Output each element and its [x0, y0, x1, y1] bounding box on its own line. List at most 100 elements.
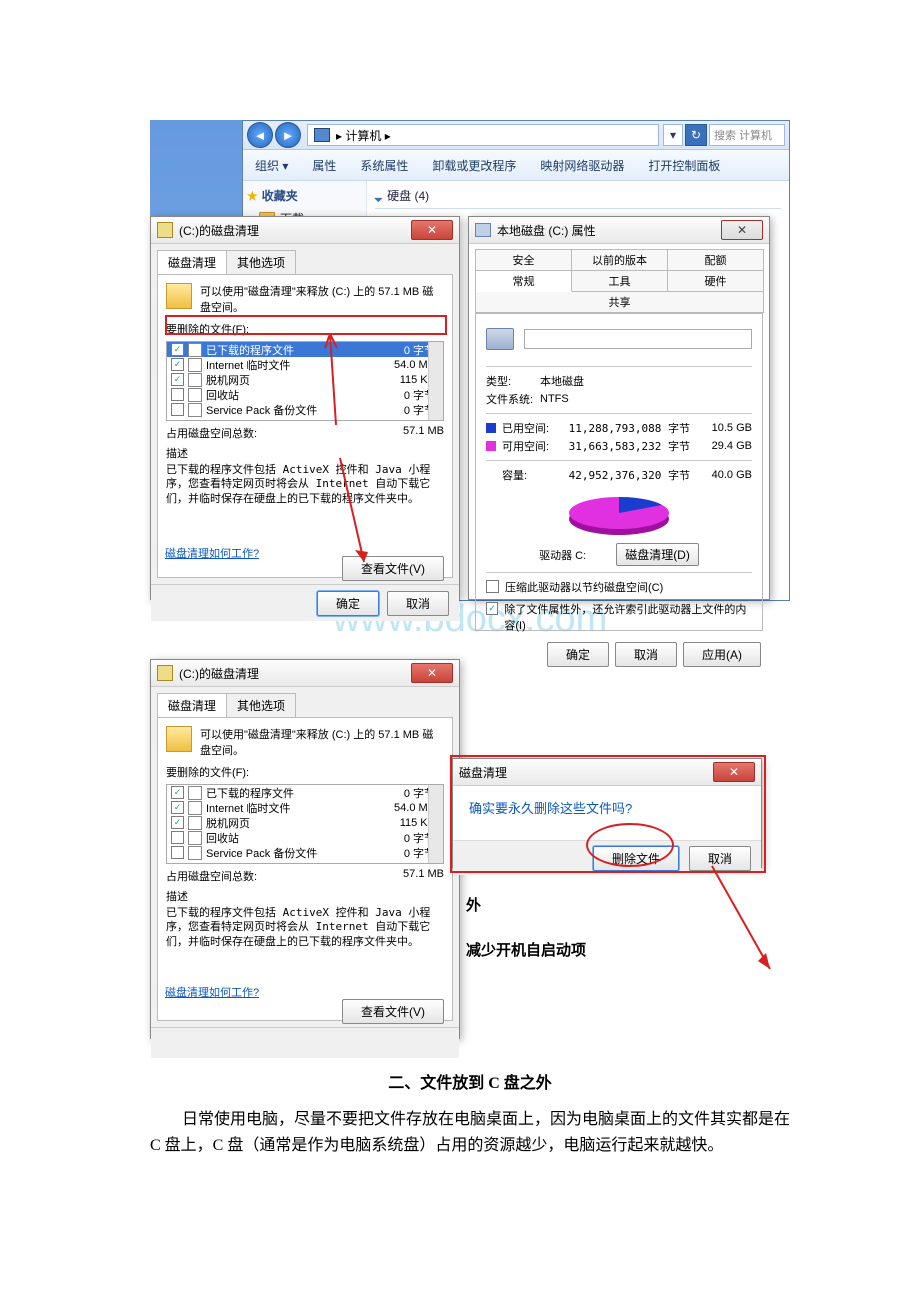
address-bar[interactable]: ▸ 计算机 ▸ — [307, 124, 659, 146]
tab-other[interactable]: 其他选项 — [226, 250, 296, 274]
explorer-toolbar: 组织 ▾ 属性 系统属性 卸载或更改程序 映射网络驱动器 打开控制面板 — [243, 150, 789, 181]
tab-general[interactable]: 常规 — [475, 270, 572, 292]
file-row[interactable]: ✓已下载的程序文件0 字节 — [167, 342, 443, 357]
cleanup-message: 可以使用"磁盘清理"来释放 (C:) 上的 57.1 MB 磁盘空间。 — [200, 726, 444, 758]
delete-files-label: 要删除的文件(F): — [166, 764, 444, 780]
index-checkbox[interactable]: ✓ — [486, 602, 498, 615]
tab-cleanup[interactable]: 磁盘清理 — [157, 250, 227, 274]
file-name: 回收站 — [206, 387, 375, 403]
capacity-label: 容量: — [502, 467, 558, 483]
file-row[interactable]: 回收站0 字节 — [167, 830, 443, 845]
pie-chart — [564, 491, 674, 539]
how-it-works-link[interactable]: 磁盘清理如何工作? — [165, 545, 259, 561]
file-name: 已下载的程序文件 — [206, 342, 375, 358]
file-checkbox[interactable]: ✓ — [171, 373, 184, 386]
back-button[interactable]: ◄ — [247, 122, 273, 148]
tab-hardware[interactable]: 硬件 — [667, 270, 764, 292]
toolbar-control-panel[interactable]: 打开控制面板 — [636, 157, 732, 174]
tab-security[interactable]: 安全 — [475, 249, 572, 271]
file-name: 回收站 — [206, 830, 375, 846]
file-row[interactable]: ✓Internet 临时文件54.0 MB — [167, 357, 443, 372]
toolbar-uninstall[interactable]: 卸载或更改程序 — [420, 157, 528, 174]
favorites-label: 收藏夹 — [262, 187, 298, 204]
forward-button[interactable]: ► — [275, 122, 301, 148]
cleanup-message: 可以使用"磁盘清理"来释放 (C:) 上的 57.1 MB 磁盘空间。 — [200, 283, 444, 315]
how-it-works-link[interactable]: 磁盘清理如何工作? — [165, 984, 259, 1000]
file-checkbox[interactable] — [171, 388, 184, 401]
file-icon — [188, 403, 202, 417]
drives-group-label: 硬盘 (4) — [387, 187, 429, 204]
cancel-button[interactable]: 取消 — [689, 846, 751, 871]
file-row[interactable]: Service Pack 备份文件0 字节 — [167, 402, 443, 417]
file-icon — [188, 388, 202, 402]
toolbar-system-props[interactable]: 系统属性 — [348, 157, 420, 174]
dialog-title: (C:)的磁盘清理 — [179, 222, 259, 239]
fs-value: NTFS — [540, 393, 569, 405]
file-checkbox[interactable]: ✓ — [171, 358, 184, 371]
file-checkbox[interactable] — [171, 846, 184, 859]
file-list[interactable]: ✓已下载的程序文件0 字节✓Internet 临时文件54.0 MB✓脱机网页1… — [166, 341, 444, 421]
dialog-titlebar: (C:)的磁盘清理 ✕ — [151, 217, 459, 244]
compress-checkbox[interactable] — [486, 580, 499, 593]
drive-properties-dialog: 本地磁盘 (C:) 属性 ✕ 安全 以前的版本 配额 常规 工具 硬件 共享 — [468, 216, 770, 600]
search-placeholder: 搜索 计算机 — [714, 127, 772, 143]
section-heading: 二、文件放到 C 盘之外 — [150, 1069, 790, 1093]
tab-quota[interactable]: 配额 — [667, 249, 764, 271]
tab-tools[interactable]: 工具 — [571, 270, 668, 292]
toolbar-properties[interactable]: 属性 — [300, 157, 348, 174]
file-row[interactable]: ✓已下载的程序文件0 字节 — [167, 785, 443, 800]
confirm-delete-dialog: 磁盘清理 ✕ 确实要永久删除这些文件吗? 删除文件 取消 — [452, 758, 762, 868]
file-icon — [188, 801, 202, 815]
star-icon: ★ — [247, 189, 258, 203]
scrollbar[interactable] — [428, 785, 443, 863]
close-button[interactable]: ✕ — [411, 663, 453, 683]
search-box[interactable]: 搜索 计算机 — [709, 124, 785, 146]
cancel-button[interactable]: 取消 — [387, 591, 449, 616]
tab-other[interactable]: 其他选项 — [226, 693, 296, 717]
close-button[interactable]: ✕ — [721, 220, 763, 240]
file-row[interactable]: ✓Internet 临时文件54.0 MB — [167, 800, 443, 815]
view-files-button[interactable]: 查看文件(V) — [342, 556, 444, 581]
file-list[interactable]: ✓已下载的程序文件0 字节✓Internet 临时文件54.0 MB✓脱机网页1… — [166, 784, 444, 864]
toolbar-map-drive[interactable]: 映射网络驱动器 — [528, 157, 636, 174]
file-checkbox[interactable]: ✓ — [171, 786, 184, 799]
file-checkbox[interactable] — [171, 831, 184, 844]
file-name: 脱机网页 — [206, 815, 375, 831]
refresh-button[interactable]: ↻ — [685, 124, 707, 146]
chevron-down-icon — [375, 189, 387, 203]
disk-cleanup-button[interactable]: 磁盘清理(D) — [616, 543, 699, 566]
tab-sharing[interactable]: 共享 — [475, 291, 764, 313]
tab-previous[interactable]: 以前的版本 — [571, 249, 668, 271]
file-checkbox[interactable]: ✓ — [171, 816, 184, 829]
disk-cleanup-dialog: (C:)的磁盘清理 ✕ 磁盘清理 其他选项 可以使用"磁盘清理"来释放 (C:)… — [150, 216, 460, 600]
drive-icon — [486, 328, 514, 350]
close-button[interactable]: ✕ — [713, 762, 755, 782]
file-row[interactable]: ✓脱机网页115 KB — [167, 815, 443, 830]
index-label: 除了文件属性外，还允许索引此驱动器上文件的内容(I) — [504, 601, 752, 633]
address-dropdown[interactable]: ▾ — [663, 124, 683, 146]
delete-files-button[interactable]: 删除文件 — [593, 846, 679, 871]
description-text: 已下载的程序文件包括 ActiveX 控件和 Java 小程序，您查看特定网页时… — [166, 463, 444, 506]
tab-cleanup[interactable]: 磁盘清理 — [157, 693, 227, 717]
view-files-button[interactable]: 查看文件(V) — [342, 999, 444, 1024]
drives-group[interactable]: 硬盘 (4) — [375, 187, 781, 209]
file-checkbox[interactable]: ✓ — [171, 801, 184, 814]
drive-name-input[interactable] — [524, 329, 752, 349]
capacity-bytes: 42,952,376,320 字节 — [558, 467, 696, 483]
file-name: Service Pack 备份文件 — [206, 402, 375, 418]
disk-icon — [166, 726, 192, 752]
sidebar-favorites[interactable]: ★ 收藏夹 — [247, 187, 362, 204]
file-row[interactable]: Service Pack 备份文件0 字节 — [167, 845, 443, 860]
ok-button[interactable]: 确定 — [317, 591, 379, 616]
toolbar-organize[interactable]: 组织 ▾ — [243, 157, 300, 174]
file-row[interactable]: 回收站0 字节 — [167, 387, 443, 402]
file-checkbox[interactable]: ✓ — [171, 343, 184, 356]
file-checkbox[interactable] — [171, 403, 184, 416]
scrollbar[interactable] — [428, 342, 443, 420]
free-gb: 29.4 GB — [696, 440, 752, 452]
file-row[interactable]: ✓脱机网页115 KB — [167, 372, 443, 387]
drive-label: 驱动器 C: — [539, 547, 586, 563]
computer-icon — [314, 128, 330, 142]
used-label: 已用空间: — [502, 420, 558, 436]
close-button[interactable]: ✕ — [411, 220, 453, 240]
